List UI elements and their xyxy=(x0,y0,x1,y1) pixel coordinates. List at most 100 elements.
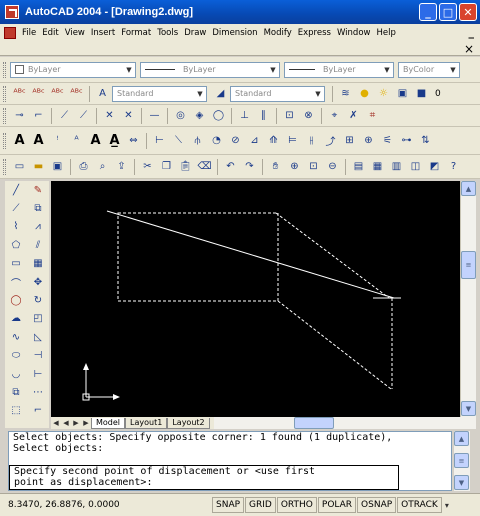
osnap-settings-icon[interactable]: ⌗ xyxy=(364,107,381,124)
copy-icon[interactable]: ❐ xyxy=(158,158,175,175)
from-icon[interactable]: ⌐ xyxy=(30,107,47,124)
node-icon[interactable]: ⊗ xyxy=(300,107,317,124)
chevron-down-icon[interactable]: ▼ xyxy=(123,63,135,77)
justify-text-icon[interactable]: ⇔ xyxy=(125,132,142,149)
dim-style-combo[interactable]: Standard ▼ xyxy=(230,85,325,102)
paste-icon[interactable]: 📋︎ xyxy=(177,158,194,175)
horizontal-scrollbar[interactable] xyxy=(213,417,476,429)
ortho-toggle[interactable]: ORTHO xyxy=(276,497,317,513)
menu-window[interactable]: Window xyxy=(334,28,374,38)
break-icon[interactable]: ⋯ xyxy=(29,383,47,401)
perpendicular-icon[interactable]: ⊥ xyxy=(236,107,253,124)
zoom-previous-icon[interactable]: ⊖ xyxy=(324,158,341,175)
line-icon[interactable]: ╱ xyxy=(7,181,25,199)
markup-icon[interactable]: ◩ xyxy=(426,158,443,175)
tab-layout2[interactable]: Layout2 xyxy=(167,417,210,429)
polyline-icon[interactable]: ⌇ xyxy=(7,218,25,236)
menu-insert[interactable]: Insert xyxy=(88,28,118,38)
properties-icon[interactable]: ▤ xyxy=(350,158,367,175)
toolbar-grip[interactable] xyxy=(3,61,6,78)
polygon-icon[interactable]: ⬠ xyxy=(7,236,25,254)
cmd-scroll-down-icon[interactable]: ▼ xyxy=(454,475,469,490)
ordinate-dim-icon[interactable]: ⫛ xyxy=(189,132,206,149)
tray-icon[interactable]: ▾ xyxy=(445,501,449,510)
last-tab-icon[interactable]: ▶ xyxy=(81,419,91,427)
layer-combo[interactable]: ByLayer ▼ xyxy=(10,61,136,78)
scroll-thumb[interactable]: ≡ xyxy=(461,251,476,279)
diameter-dim-icon[interactable]: ⊘ xyxy=(227,132,244,149)
nearest-icon[interactable]: ⌖ xyxy=(326,107,343,124)
lineweight-combo[interactable]: ByLayer ▼ xyxy=(284,61,394,78)
save-icon[interactable]: ▣ xyxy=(49,158,66,175)
menu-view[interactable]: View xyxy=(62,28,88,38)
extend-icon[interactable]: ⊢ xyxy=(29,365,47,383)
menu-express[interactable]: Express xyxy=(295,28,334,38)
text-style-combo[interactable]: Standard ▼ xyxy=(112,85,207,102)
temp-track-icon[interactable]: ⊸ xyxy=(11,107,28,124)
text-style-icon[interactable]: A xyxy=(94,85,111,102)
apparent-intersection-icon[interactable]: ✕ xyxy=(120,107,137,124)
array-icon[interactable]: ▦ xyxy=(29,255,47,273)
menu-dimension[interactable]: Dimension xyxy=(209,28,260,38)
rotate-icon[interactable]: ↻ xyxy=(29,291,47,309)
cut-icon[interactable]: ✂ xyxy=(139,158,156,175)
dim-update-icon[interactable]: ⇅ xyxy=(417,132,434,149)
color-box-icon[interactable]: ■ xyxy=(413,85,430,102)
minimize-doc-icon[interactable]: _ xyxy=(469,26,475,39)
vertical-scrollbar[interactable]: ▲ ≡ ▼ xyxy=(460,181,476,417)
insert-block-icon[interactable]: ⧉ xyxy=(7,383,25,401)
copy-object-icon[interactable]: ⧉ xyxy=(29,199,47,217)
scale-icon[interactable]: ◰ xyxy=(29,310,47,328)
open-icon[interactable]: ▬ xyxy=(30,158,47,175)
center-mark-icon[interactable]: ⊕ xyxy=(360,132,377,149)
parallel-icon[interactable]: ∥ xyxy=(255,107,272,124)
otrack-toggle[interactable]: OTRACK xyxy=(397,497,442,513)
document-icon[interactable] xyxy=(4,27,16,39)
pan-icon[interactable]: ✋︎ xyxy=(267,158,284,175)
cmd-scroll-up-icon[interactable]: ▲ xyxy=(454,431,469,446)
arc-icon[interactable]: ⌒ xyxy=(7,273,25,291)
redo-icon[interactable]: ↷ xyxy=(241,158,258,175)
scroll-down-icon[interactable]: ▼ xyxy=(461,401,476,416)
baseline-dim-icon[interactable]: ⊨ xyxy=(284,132,301,149)
snap-toggle[interactable]: SNAP xyxy=(212,497,245,513)
grid-toggle[interactable]: GRID xyxy=(245,497,276,513)
tool-palettes-icon[interactable]: ▥ xyxy=(388,158,405,175)
maximize-icon[interactable]: □ xyxy=(439,3,457,21)
layers-icon[interactable]: ≋ xyxy=(337,85,354,102)
cmd-scroll-thumb[interactable]: ≡ xyxy=(454,453,469,468)
erase-icon[interactable]: ✎ xyxy=(29,181,47,199)
close-icon[interactable]: ✕ xyxy=(459,3,477,21)
none-icon[interactable]: ✗ xyxy=(345,107,362,124)
spell-icon[interactable]: ᴬᴮᶜ xyxy=(68,85,85,102)
menu-modify[interactable]: Modify xyxy=(261,28,295,38)
endpoint-icon[interactable]: ⟋ xyxy=(56,107,73,124)
text-italic-icon[interactable]: A xyxy=(30,132,47,149)
design-center-icon[interactable]: ▦ xyxy=(369,158,386,175)
dtext-icon[interactable]: ᴬᴮᶜ xyxy=(11,85,28,102)
undo-icon[interactable]: ↶ xyxy=(222,158,239,175)
make-block-icon[interactable]: ⬚ xyxy=(7,402,25,420)
aligned-dim-icon[interactable]: ⟍ xyxy=(170,132,187,149)
hscroll-thumb[interactable] xyxy=(293,417,334,429)
polar-toggle[interactable]: POLAR xyxy=(317,497,357,513)
zoom-realtime-icon[interactable]: ⊕ xyxy=(286,158,303,175)
first-tab-icon[interactable]: ◀ xyxy=(51,419,61,427)
chamfer-icon[interactable]: ⌐ xyxy=(29,402,47,420)
dim-style-icon[interactable]: ◢ xyxy=(212,85,229,102)
coordinates-readout[interactable]: 8.3470, 26.8876, 0.0000 xyxy=(0,500,212,510)
linear-dim-icon[interactable]: ⊢ xyxy=(151,132,168,149)
tangent-icon[interactable]: ◯ xyxy=(210,107,227,124)
tolerance-icon[interactable]: ⊞ xyxy=(341,132,358,149)
intersection-icon[interactable]: ✕ xyxy=(101,107,118,124)
find-icon[interactable]: ᴬᴮᶜ xyxy=(49,85,66,102)
ellipse-icon[interactable]: ⬭ xyxy=(7,347,25,365)
command-window[interactable]: Select objects: Specify opposite corner:… xyxy=(8,431,452,491)
quadrant-icon[interactable]: ◈ xyxy=(191,107,208,124)
angular-dim-icon[interactable]: ⊿ xyxy=(246,132,263,149)
new-icon[interactable]: ▭ xyxy=(11,158,28,175)
chevron-down-icon[interactable]: ▼ xyxy=(267,63,279,77)
menu-file[interactable]: File xyxy=(19,28,39,38)
spline-icon[interactable]: ∿ xyxy=(7,328,25,346)
move-icon[interactable]: ✥ xyxy=(29,273,47,291)
